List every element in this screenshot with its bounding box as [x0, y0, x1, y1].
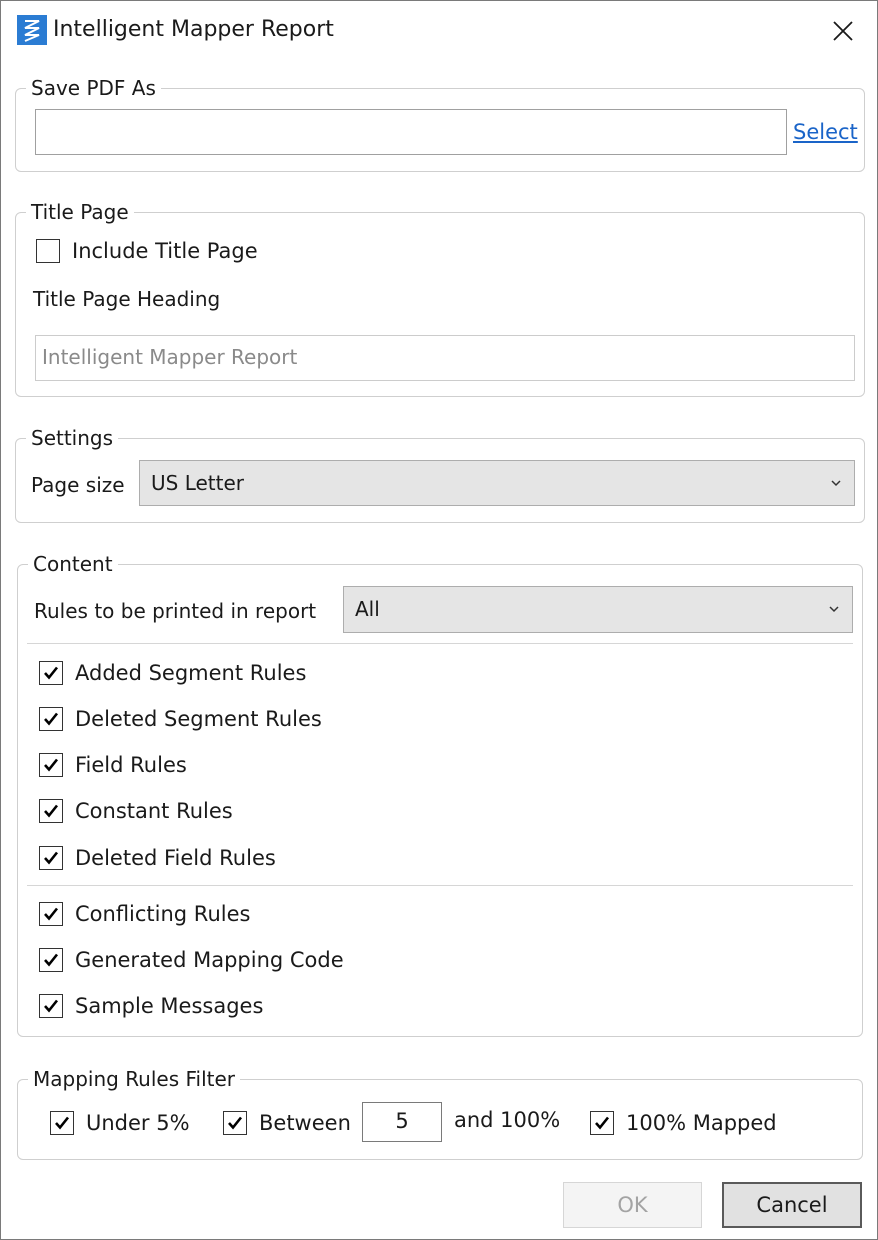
rules-printed-value: All — [355, 597, 380, 621]
settings-group: Settings Page size US Letter — [15, 423, 865, 523]
field-rules-checkbox[interactable]: Field Rules — [39, 750, 187, 780]
cancel-button[interactable]: Cancel — [722, 1182, 862, 1228]
title-page-heading-label: Title Page Heading — [33, 287, 221, 311]
100-mapped-label: 100% Mapped — [626, 1111, 777, 1135]
check-icon[interactable] — [39, 902, 63, 926]
app-logo-icon — [17, 15, 47, 45]
close-icon — [833, 21, 853, 41]
content-group: Content Rules to be printed in report Al… — [17, 549, 863, 1037]
window-title: Intelligent Mapper Report — [53, 17, 334, 42]
generated-mapping-code-label: Generated Mapping Code — [75, 948, 344, 972]
rules-printed-select[interactable]: All — [343, 586, 853, 633]
content-legend: Content — [28, 549, 118, 579]
conflicting-rules-checkbox[interactable]: Conflicting Rules — [39, 899, 250, 929]
check-icon[interactable] — [50, 1111, 74, 1135]
page-size-label: Page size — [31, 473, 125, 497]
constant-rules-checkbox[interactable]: Constant Rules — [39, 796, 233, 826]
added-segment-rules-checkbox[interactable]: Added Segment Rules — [39, 658, 306, 688]
between-label: Between — [259, 1111, 351, 1135]
check-icon[interactable] — [39, 707, 63, 731]
generated-mapping-code-checkbox[interactable]: Generated Mapping Code — [39, 945, 344, 975]
settings-legend: Settings — [26, 423, 119, 453]
check-icon[interactable] — [39, 994, 63, 1018]
under-5-checkbox[interactable]: Under 5% — [50, 1108, 190, 1138]
separator — [27, 885, 853, 886]
page-size-value: US Letter — [151, 471, 244, 495]
under-5-label: Under 5% — [86, 1111, 190, 1135]
checkbox-box[interactable] — [36, 239, 60, 263]
check-icon[interactable] — [39, 753, 63, 777]
include-title-page-checkbox[interactable]: Include Title Page — [36, 236, 258, 266]
title-page-group: Title Page Include Title Page Title Page… — [15, 197, 865, 397]
check-icon[interactable] — [590, 1111, 614, 1135]
title-page-legend: Title Page — [26, 197, 134, 227]
between-value-input[interactable]: 5 — [362, 1102, 442, 1142]
chevron-down-icon — [830, 461, 842, 505]
close-button[interactable] — [821, 13, 865, 49]
field-rules-label: Field Rules — [75, 753, 187, 777]
check-icon[interactable] — [39, 846, 63, 870]
ok-button[interactable]: OK — [563, 1182, 702, 1228]
added-segment-rules-label: Added Segment Rules — [75, 661, 307, 685]
between-checkbox[interactable]: Between — [223, 1108, 351, 1138]
select-link[interactable]: Select — [793, 120, 858, 144]
sample-messages-checkbox[interactable]: Sample Messages — [39, 991, 263, 1021]
page-size-select[interactable]: US Letter — [139, 460, 855, 506]
deleted-field-rules-label: Deleted Field Rules — [75, 846, 276, 870]
title-bar: Intelligent Mapper Report — [1, 1, 877, 61]
title-page-heading-input[interactable]: Intelligent Mapper Report — [35, 335, 855, 381]
chevron-down-icon — [828, 587, 840, 631]
constant-rules-label: Constant Rules — [75, 799, 233, 823]
save-pdf-group: Save PDF As Select — [15, 73, 865, 172]
rules-printed-label: Rules to be printed in report — [34, 599, 317, 623]
check-icon[interactable] — [223, 1111, 247, 1135]
and-100-label: and 100% — [454, 1108, 561, 1132]
deleted-field-rules-checkbox[interactable]: Deleted Field Rules — [39, 843, 276, 873]
pdf-path-input[interactable] — [35, 109, 787, 155]
deleted-segment-rules-checkbox[interactable]: Deleted Segment Rules — [39, 704, 322, 734]
save-pdf-legend: Save PDF As — [26, 73, 161, 103]
check-icon[interactable] — [39, 799, 63, 823]
sample-messages-label: Sample Messages — [75, 994, 264, 1018]
check-icon[interactable] — [39, 661, 63, 685]
mapping-rules-filter-legend: Mapping Rules Filter — [28, 1064, 241, 1094]
separator — [27, 643, 853, 644]
deleted-segment-rules-label: Deleted Segment Rules — [75, 707, 322, 731]
check-icon[interactable] — [39, 948, 63, 972]
mapping-rules-filter-group: Mapping Rules Filter Under 5% Between 5 … — [17, 1064, 863, 1160]
100-mapped-checkbox[interactable]: 100% Mapped — [590, 1108, 777, 1138]
conflicting-rules-label: Conflicting Rules — [75, 902, 251, 926]
report-dialog: Intelligent Mapper Report Save PDF As Se… — [0, 0, 878, 1240]
include-title-page-label: Include Title Page — [72, 239, 258, 263]
